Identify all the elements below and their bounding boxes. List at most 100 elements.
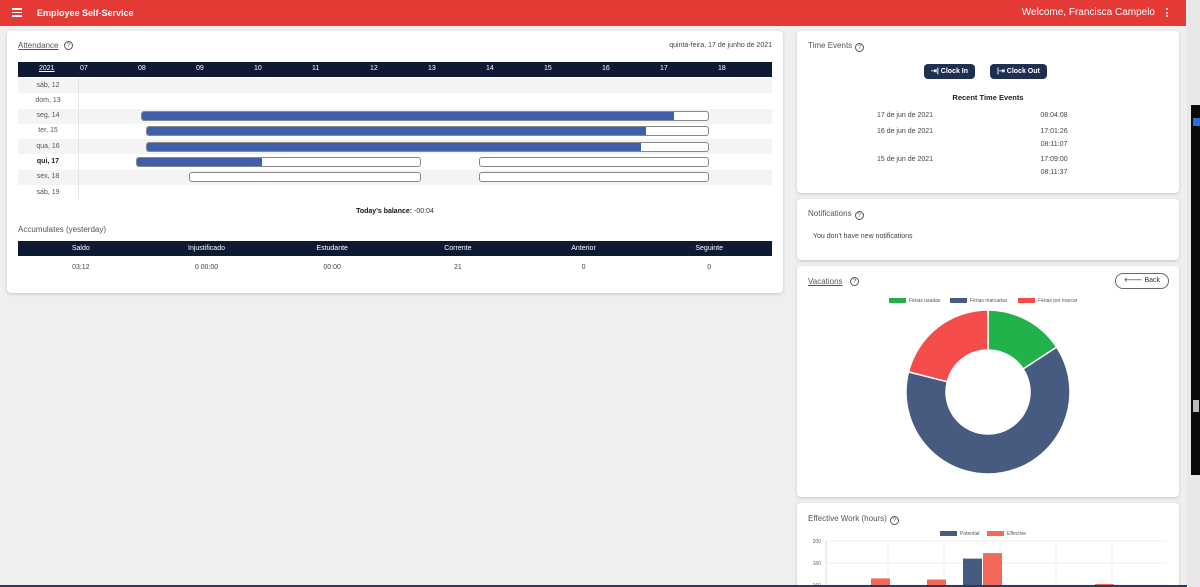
attendance-help-icon[interactable]: ? bbox=[64, 41, 73, 50]
attendance-bar-fill bbox=[147, 127, 647, 135]
accumulates-value-cell: 0 00:00 bbox=[144, 260, 270, 274]
gantt-year[interactable]: 2021 bbox=[39, 65, 55, 72]
todays-balance: Today's balance: -00:04 bbox=[7, 208, 783, 215]
event-date: 16 de jun de 2021 bbox=[860, 128, 950, 135]
bar-potential[interactable] bbox=[963, 559, 982, 587]
gantt-divider bbox=[78, 170, 79, 185]
notifications-card: Notifications? You don't have new notifi… bbox=[797, 199, 1179, 260]
gantt-day-label: sex, 18 bbox=[18, 173, 78, 180]
accumulates-value-cell: 21 bbox=[395, 260, 521, 274]
time-events-title: Time Events? bbox=[808, 41, 864, 52]
gantt-day-label: dom, 13 bbox=[18, 97, 78, 104]
gantt-day-label: seg, 14 bbox=[18, 112, 78, 119]
gantt-hour-label: 16 bbox=[602, 65, 610, 72]
accumulates-value-cell: 0 bbox=[646, 260, 772, 274]
time-events-help-icon[interactable]: ? bbox=[855, 43, 864, 52]
clock-out-icon: |⇥ bbox=[997, 68, 1005, 75]
bar-effective[interactable] bbox=[983, 553, 1002, 587]
scrollbar-thumb[interactable] bbox=[1193, 400, 1199, 412]
gantt-row: dom, 13 bbox=[18, 93, 772, 108]
gantt-divider bbox=[78, 78, 79, 93]
attendance-bar[interactable] bbox=[146, 126, 710, 136]
gantt-hour-label: 14 bbox=[486, 65, 494, 72]
gantt-day-label: ter, 15 bbox=[18, 127, 78, 134]
attendance-date: quinta-feira, 17 de junho de 2021 bbox=[669, 42, 772, 49]
gantt-row: sex, 18 bbox=[18, 170, 772, 185]
gantt-hour-label: 18 bbox=[718, 65, 726, 72]
clock-in-button[interactable]: ⇥| Clock In bbox=[924, 64, 975, 79]
time-events-card: Time Events? ⇥| Clock In |⇥ Clock Out Re… bbox=[797, 31, 1179, 193]
gantt-divider bbox=[78, 124, 79, 139]
accumulates-header-cell: Estudante bbox=[269, 241, 395, 256]
vacations-donut-chart bbox=[797, 266, 1179, 497]
effective-work-bar-chart: 200180160 bbox=[797, 503, 1179, 587]
balance-value: -00:04 bbox=[414, 208, 434, 215]
gantt-row: sáb, 19 bbox=[18, 185, 772, 200]
gantt-day-label: sáb, 19 bbox=[18, 189, 78, 196]
accumulates-header-cell: Seguinte bbox=[646, 241, 772, 256]
effective-work-card: Effective Work (hours)? PotentialEffecti… bbox=[797, 503, 1179, 587]
clock-out-button[interactable]: |⇥ Clock Out bbox=[990, 64, 1047, 79]
attendance-bar[interactable] bbox=[146, 142, 710, 152]
gantt-divider bbox=[78, 109, 79, 124]
gantt-divider bbox=[78, 185, 79, 200]
accumulates-header-cell: Corrente bbox=[395, 241, 521, 256]
welcome-user: Welcome, Francisca Campelo bbox=[1022, 7, 1155, 18]
accumulates-value-cell: 0 bbox=[521, 260, 647, 274]
gantt-row: ter, 15 bbox=[18, 124, 772, 139]
event-date: 17 de jun de 2021 bbox=[860, 112, 950, 119]
accumulates-header-cell: Injustificado bbox=[144, 241, 270, 256]
notifications-message: You don't have new notifications bbox=[813, 233, 913, 240]
more-options-icon[interactable] bbox=[1165, 8, 1169, 18]
balance-label: Today's balance: bbox=[356, 208, 412, 215]
gantt-divider bbox=[78, 93, 79, 108]
gantt-hour-label: 12 bbox=[370, 65, 378, 72]
donut-slice[interactable] bbox=[909, 310, 988, 382]
accumulates-header-cell: Saldo bbox=[18, 241, 144, 256]
side-scroll-strip bbox=[1187, 0, 1200, 587]
clock-in-icon: ⇥| bbox=[931, 68, 939, 75]
accumulates-row: 03:120 00:0000:002100 bbox=[18, 260, 772, 274]
gantt-hour-label: 17 bbox=[660, 65, 668, 72]
gantt-divider bbox=[78, 155, 79, 170]
accumulates-header-cell: Anterior bbox=[521, 241, 647, 256]
event-time: 08:11:07 bbox=[1029, 141, 1079, 148]
gantt-row: qui, 17 bbox=[18, 155, 772, 170]
attendance-bar[interactable] bbox=[141, 111, 709, 121]
gantt-hour-label: 07 bbox=[80, 65, 88, 72]
vacations-card: Vacations ? 🡐 Back Férias usadasFérias m… bbox=[797, 266, 1179, 497]
gantt-hour-label: 08 bbox=[138, 65, 146, 72]
gantt-day-label: qui, 17 bbox=[18, 158, 78, 165]
gantt-hour-label: 13 bbox=[428, 65, 436, 72]
accumulates-title: Accumulates (yesterday) bbox=[18, 225, 106, 234]
gantt-hour-label: 09 bbox=[196, 65, 204, 72]
attendance-bar-fill bbox=[147, 143, 641, 151]
accumulates-value-cell: 03:12 bbox=[18, 260, 144, 274]
gantt-divider bbox=[78, 139, 79, 154]
side-panel-tab[interactable] bbox=[1193, 118, 1200, 126]
attendance-bar-fill bbox=[137, 158, 261, 166]
gantt-day-label: qua, 16 bbox=[18, 143, 78, 150]
attendance-bar[interactable] bbox=[136, 157, 421, 167]
attendance-bar[interactable] bbox=[479, 172, 709, 182]
attendance-bar[interactable] bbox=[479, 157, 709, 167]
app-title: Employee Self-Service bbox=[37, 8, 134, 18]
gantt-hour-label: 15 bbox=[544, 65, 552, 72]
hamburger-menu-icon[interactable] bbox=[12, 8, 22, 17]
gantt-day-label: sáb, 12 bbox=[18, 82, 78, 89]
gantt-hour-label: 10 bbox=[254, 65, 262, 72]
gantt-row: seg, 14 bbox=[18, 109, 772, 124]
notifications-help-icon[interactable]: ? bbox=[855, 211, 864, 220]
event-time: 17:01:26 bbox=[1029, 128, 1079, 135]
accumulates-header: SaldoInjustificadoEstudanteCorrenteAnter… bbox=[18, 241, 772, 256]
attendance-bar[interactable] bbox=[189, 172, 421, 182]
attendance-title[interactable]: Attendance bbox=[18, 41, 58, 50]
y-tick-label: 180 bbox=[813, 561, 822, 567]
gantt-hour-label: 11 bbox=[312, 65, 319, 72]
gantt-row: qua, 16 bbox=[18, 139, 772, 154]
event-date: 15 de jun de 2021 bbox=[860, 156, 950, 163]
attendance-bar-fill bbox=[142, 112, 674, 120]
gantt-header: 2021 07 08 09 10 11 12 13 14 15 16 17 18 bbox=[18, 62, 772, 77]
top-app-bar: Employee Self-Service Welcome, Francisca… bbox=[0, 0, 1186, 26]
recent-time-events-title: Recent Time Events bbox=[797, 93, 1179, 102]
